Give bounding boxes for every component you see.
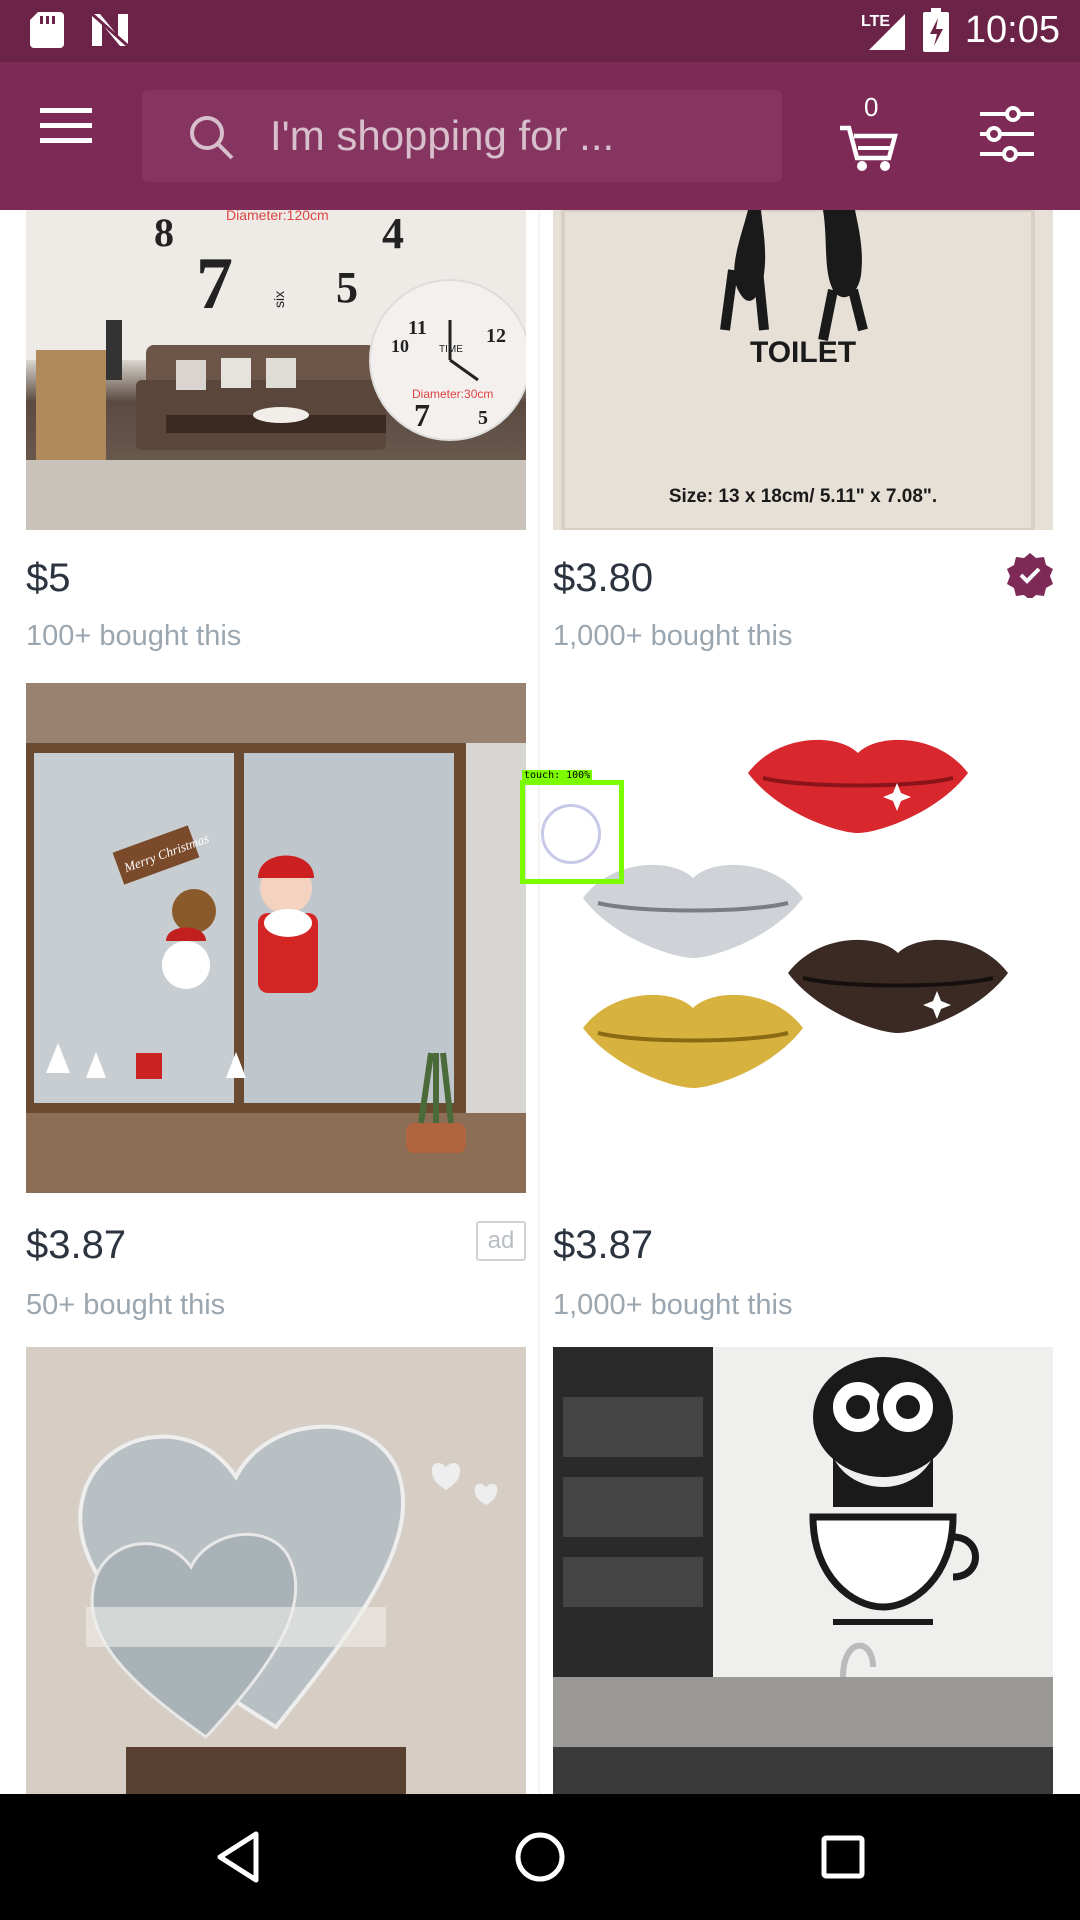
toilet-sign-illustration: TOILET Size: 13 x 18cm/ 5.11" x 7.08".	[553, 210, 1053, 530]
verified-check-icon	[1007, 553, 1053, 598]
product-image-wall-clock[interactable]: 8 7 six 5 4 Diameter:120cm 11 12 10 TIME…	[26, 210, 526, 530]
n-notification-icon	[91, 12, 129, 48]
product-card-toilet-sign[interactable]: TOILET Size: 13 x 18cm/ 5.11" x 7.08". $…	[553, 210, 1053, 670]
home-icon	[515, 1832, 565, 1882]
product-price: $3.80	[553, 556, 654, 600]
recents-icon	[821, 1835, 865, 1879]
grid-divider	[538, 210, 540, 1794]
network-label: LTE	[861, 13, 890, 30]
diameter-label: Diameter:30cm	[412, 387, 493, 401]
product-image-owl-decal[interactable]	[553, 1347, 1053, 1794]
back-icon	[217, 1831, 259, 1883]
wall-clock-illustration: 8 7 six 5 4 Diameter:120cm 11 12 10 TIME…	[26, 210, 526, 530]
battery-charging-icon	[922, 8, 949, 52]
ad-badge: ad	[476, 1221, 526, 1261]
christmas-window-illustration: Merry Christmas	[26, 683, 526, 1193]
product-image-toilet-sign[interactable]: TOILET Size: 13 x 18cm/ 5.11" x 7.08".	[553, 210, 1053, 530]
clock-number: 4	[382, 210, 404, 258]
sd-card-icon	[30, 12, 64, 48]
product-card-christmas-window-sticker[interactable]: Merry Christmas $3.87 ad 50+ bought this	[26, 683, 526, 1343]
product-sold-count: 50+ bought this	[26, 1289, 226, 1321]
menu-button[interactable]	[40, 106, 106, 166]
toilet-label: TOILET	[750, 336, 856, 369]
product-card-owl-cup-decal[interactable]	[553, 1347, 1053, 1794]
touch-indicator-circle	[541, 804, 601, 864]
clock-number: 11	[408, 317, 427, 339]
cart-icon	[840, 125, 898, 171]
search-icon	[190, 116, 234, 160]
product-price: $3.87	[26, 1223, 127, 1267]
product-sold-count: 1,000+ bought this	[553, 620, 793, 652]
product-card-lips-mirror-sticker[interactable]: $3.87 1,000+ bought this	[553, 683, 1053, 1343]
lips-mirror-illustration	[553, 683, 1053, 1193]
product-sold-count: 1,000+ bought this	[553, 1289, 793, 1321]
product-price: $3.87	[553, 1223, 654, 1267]
clock-number: 10	[391, 336, 409, 356]
clock-number: six	[271, 291, 287, 308]
product-price: $5	[26, 556, 71, 600]
app-bar: 0	[0, 62, 1080, 210]
filter-icon	[980, 106, 1034, 162]
clock-number: 7	[196, 243, 233, 325]
owl-decal-illustration	[553, 1347, 1053, 1794]
clock-number: 7	[414, 397, 430, 433]
search-input[interactable]	[270, 108, 750, 164]
heart-mirror-illustration	[26, 1347, 526, 1794]
clock-number: 8	[154, 210, 174, 255]
navigation-bar	[0, 1794, 1080, 1920]
product-image-heart-mirror[interactable]	[26, 1347, 526, 1794]
recents-button[interactable]	[810, 1824, 876, 1890]
clock: 10:05	[964, 8, 1060, 51]
product-grid[interactable]: 8 7 six 5 4 Diameter:120cm 11 12 10 TIME…	[0, 210, 1080, 1794]
status-bar: LTE 10:05	[0, 0, 1080, 62]
clock-number: 5	[478, 407, 488, 429]
filter-button[interactable]	[980, 106, 1034, 162]
product-card-wall-clock[interactable]: 8 7 six 5 4 Diameter:120cm 11 12 10 TIME…	[26, 210, 526, 670]
search-bar[interactable]	[142, 90, 782, 182]
product-sold-count: 100+ bought this	[26, 620, 242, 652]
home-button[interactable]	[507, 1824, 573, 1890]
signal-icon: LTE	[861, 13, 905, 50]
back-button[interactable]	[206, 1824, 272, 1890]
product-image-lips-mirror[interactable]	[553, 683, 1053, 1193]
clock-number: 5	[336, 263, 358, 312]
menu-icon	[40, 108, 92, 143]
cart-button[interactable]: 0	[838, 92, 900, 174]
size-label: Size: 13 x 18cm/ 5.11" x 7.08".	[669, 486, 937, 507]
product-card-heart-mirror-sticker[interactable]	[26, 1347, 526, 1794]
diameter-label: Diameter:120cm	[226, 210, 329, 223]
product-image-christmas-window[interactable]: Merry Christmas	[26, 683, 526, 1193]
clock-number: 12	[486, 325, 506, 347]
